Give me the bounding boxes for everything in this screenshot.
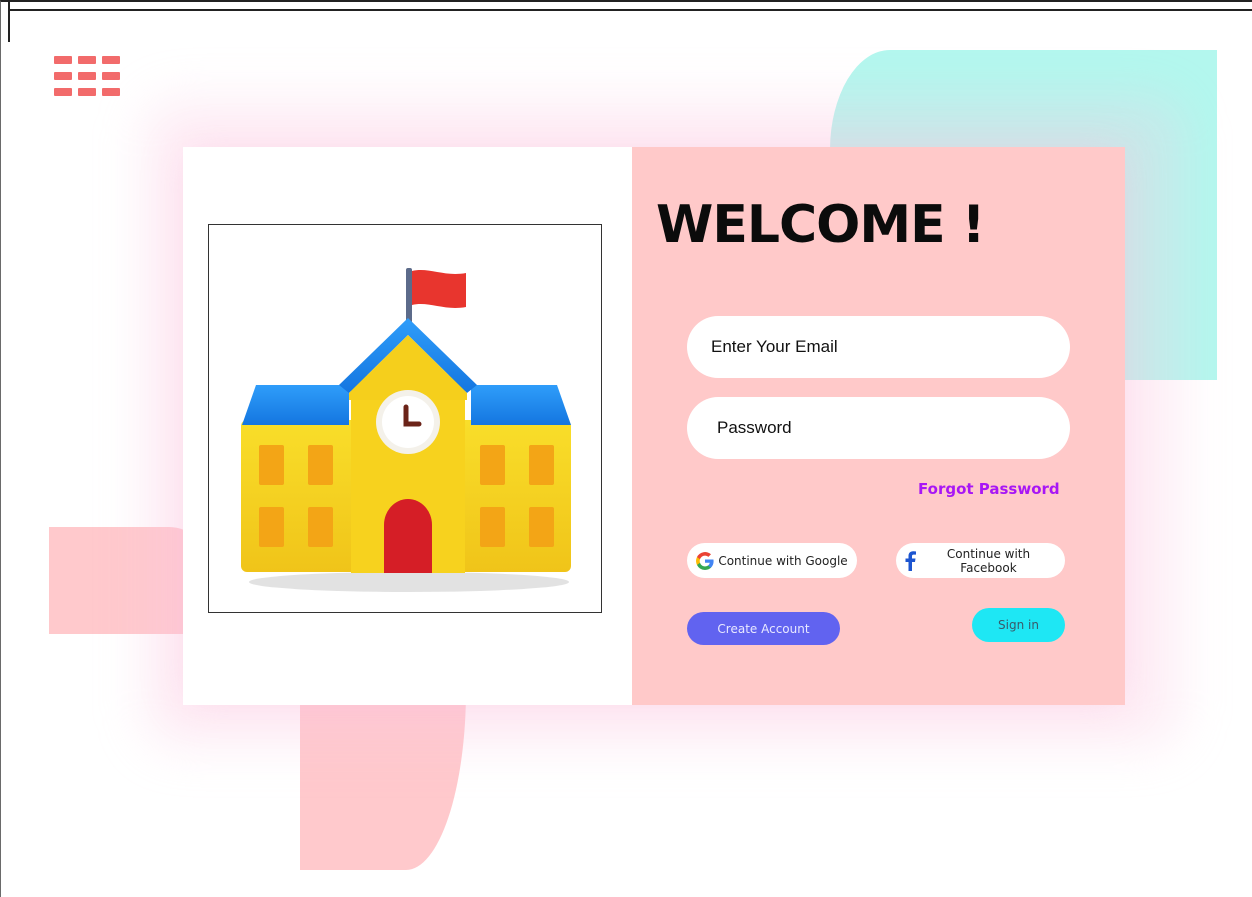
google-icon <box>696 551 714 570</box>
grid-menu-icon[interactable] <box>54 56 120 104</box>
frame-edge <box>8 0 10 42</box>
school-image-frame <box>208 224 602 613</box>
email-field[interactable] <box>687 316 1070 378</box>
sign-in-button[interactable]: Sign in <box>972 608 1065 642</box>
forgot-password-link[interactable]: Forgot Password <box>918 480 1060 498</box>
school-building-icon <box>241 268 571 592</box>
create-account-button[interactable]: Create Account <box>687 612 840 645</box>
login-panel: WELCOME ! Forgot Password Continue with … <box>632 147 1125 705</box>
facebook-button-label: Continue with Facebook <box>946 546 1031 575</box>
facebook-icon <box>904 550 916 571</box>
facebook-signin-button[interactable]: Continue with Facebook <box>896 543 1065 578</box>
frame-top-border <box>8 9 1252 11</box>
login-card: WELCOME ! Forgot Password Continue with … <box>183 147 1125 705</box>
password-field[interactable] <box>687 397 1070 459</box>
page-title: WELCOME ! <box>656 195 985 255</box>
illustration-panel <box>183 147 632 705</box>
google-button-label: Continue with Google <box>718 553 848 568</box>
google-signin-button[interactable]: Continue with Google <box>687 543 857 578</box>
